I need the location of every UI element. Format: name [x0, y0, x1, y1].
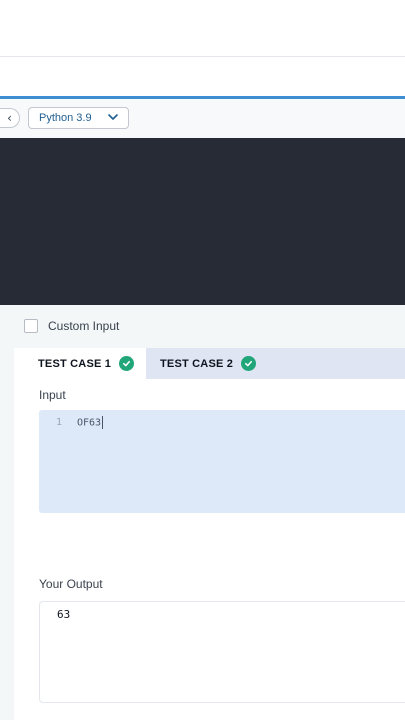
output-value: 63	[57, 608, 71, 621]
input-heading: Input	[39, 388, 66, 402]
chevron-down-icon	[108, 114, 118, 120]
editor-toolbar: ‹ Python 3.9	[0, 99, 405, 138]
input-value-wrap: OF63	[77, 416, 104, 429]
collapse-button[interactable]: ‹	[0, 108, 20, 128]
check-circle-icon	[119, 356, 135, 371]
language-select[interactable]: Python 3.9	[28, 107, 129, 129]
custom-input-toggle[interactable]: Custom Input	[24, 319, 119, 333]
test-panel: Custom Input TEST CASE 1 TEST CASE 2 Inp…	[0, 305, 405, 720]
top-header	[0, 0, 405, 57]
custom-input-checkbox[interactable]	[24, 319, 38, 333]
output-heading: Your Output	[39, 577, 103, 591]
input-value: OF63	[77, 417, 102, 429]
sub-header	[0, 57, 405, 97]
code-editor[interactable]	[0, 138, 405, 305]
test-case-card: Input 1 OF63 Your Output 63	[14, 379, 405, 720]
tab-label: TEST CASE 1	[38, 357, 112, 370]
test-case-tabs: TEST CASE 1 TEST CASE 2	[14, 348, 405, 379]
tab-label: TEST CASE 2	[160, 357, 234, 370]
input-display[interactable]: 1 OF63	[39, 410, 405, 513]
language-select-value: Python 3.9	[39, 112, 92, 124]
check-circle-icon	[241, 356, 257, 371]
custom-input-label: Custom Input	[48, 319, 120, 333]
chevron-left-icon: ‹	[7, 111, 12, 125]
tab-test-case-1[interactable]: TEST CASE 1	[14, 348, 146, 379]
tab-test-case-2[interactable]: TEST CASE 2	[160, 348, 257, 379]
output-display: 63	[39, 601, 405, 703]
text-cursor	[102, 416, 104, 429]
line-number: 1	[56, 417, 63, 428]
